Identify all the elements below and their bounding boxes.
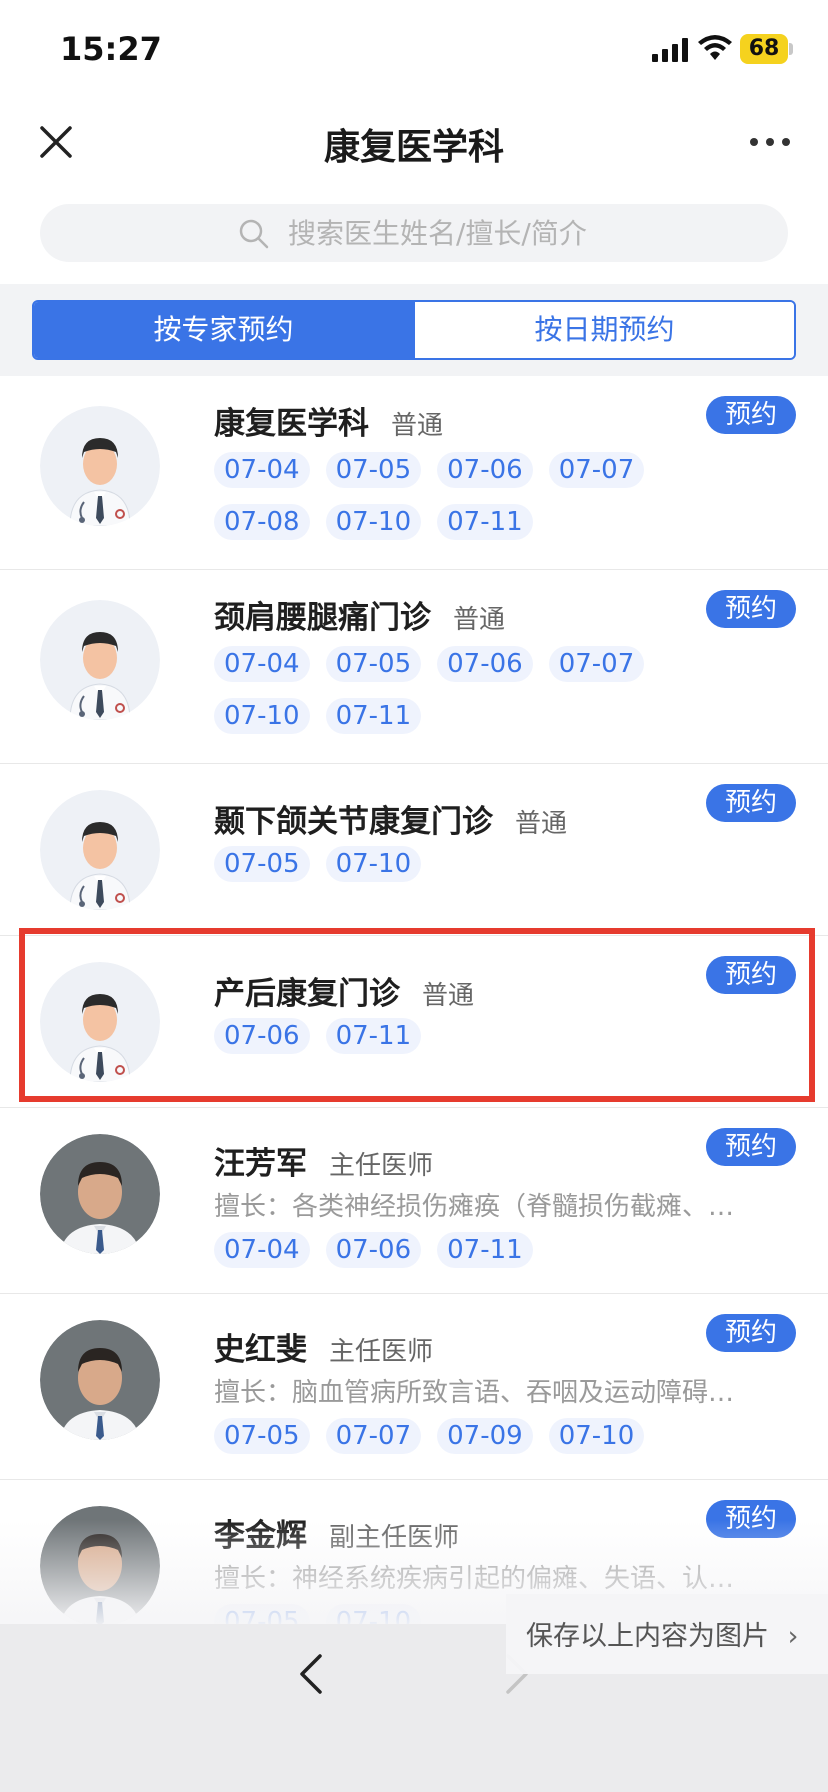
battery-icon: 68 (740, 34, 788, 64)
date-chip[interactable]: 07-06 (437, 452, 533, 488)
doctor-row[interactable]: 颈肩腰腿痛门诊 普通 预约 07-04 07-05 07-06 07-07 07-10 07-1… (0, 570, 828, 764)
search-icon (239, 219, 269, 249)
date-chip[interactable]: 07-10 (325, 504, 422, 540)
book-button[interactable]: 预约 (706, 1128, 796, 1166)
available-dates: 07-05 07-07 07-09 07-10 (214, 1418, 734, 1454)
nav-bar: 康复医学科 (0, 100, 828, 200)
doctor-row[interactable]: 康复医学科 普通 预约 07-04 07-05 07-06 07-07 07-08 07-10 0… (0, 376, 828, 570)
date-chip[interactable]: 07-07 (548, 646, 645, 682)
available-dates: 07-04 07-05 07-06 07-07 07-10 07-11 (214, 646, 734, 734)
page-title: 康复医学科 (323, 127, 504, 168)
search-input[interactable] (288, 212, 768, 254)
doctor-title: 普通 (422, 981, 475, 1011)
date-chip[interactable]: 07-10 (325, 846, 422, 882)
doctor-row[interactable]: 颞下颌关节康复门诊 普通 预约 07-05 07-10 (0, 764, 828, 936)
date-chip[interactable]: 07-08 (214, 504, 310, 540)
date-chip[interactable]: 07-06 (214, 1018, 310, 1054)
doctor-name: 颞下颌关节康复门诊 (214, 804, 493, 840)
date-chip[interactable]: 07-11 (325, 698, 422, 734)
doctor-placeholder-avatar (40, 600, 160, 720)
battery-tip (789, 43, 793, 55)
available-dates: 07-04 07-05 07-06 07-07 07-08 07-10 07-11 (214, 452, 734, 540)
date-chip[interactable]: 07-05 (325, 646, 422, 682)
available-dates: 07-06 07-11 (214, 1018, 734, 1054)
doctor-photo-avatar (40, 1320, 160, 1440)
doctor-name-line: 产后康复门诊 普通 (214, 968, 474, 1013)
date-chip[interactable]: 07-09 (437, 1418, 533, 1454)
date-chip[interactable]: 07-05 (325, 452, 422, 488)
doctor-specialty: 擅长：脑血管病所致言语、吞咽及运动障碍… (214, 1378, 735, 1408)
doctor-name-line: 康复医学科 普通 (214, 398, 443, 443)
date-chip[interactable]: 07-04 (214, 452, 310, 488)
available-dates: 07-05 07-10 (214, 846, 734, 882)
more-options-icon[interactable] (748, 130, 792, 154)
doctor-title: 普通 (515, 809, 568, 839)
doctor-name-line: 史红斐 主任医师 (214, 1324, 433, 1369)
date-chip[interactable]: 07-10 (214, 698, 310, 734)
back-arrow-icon[interactable] (292, 1650, 332, 1698)
doctor-title: 普通 (453, 605, 506, 635)
date-chip[interactable]: 07-06 (437, 646, 533, 682)
status-time: 15:27 (60, 30, 162, 68)
date-chip[interactable]: 07-05 (214, 846, 310, 882)
doctor-name-line: 颞下颌关节康复门诊 普通 (214, 796, 567, 841)
doctor-placeholder-avatar (40, 962, 160, 1082)
date-chip[interactable]: 07-11 (437, 1232, 533, 1268)
tab-by-date[interactable]: 按日期预约 (413, 302, 794, 358)
wifi-icon (698, 35, 732, 60)
save-as-image-button[interactable]: 保存以上内容为图片 › (506, 1594, 828, 1674)
save-as-image-label: 保存以上内容为图片 › (526, 1614, 798, 1653)
doctor-name-line: 颈肩腰腿痛门诊 普通 (214, 592, 505, 637)
book-button[interactable]: 预约 (706, 396, 796, 434)
doctor-title: 主任医师 (329, 1337, 434, 1367)
doctor-title: 主任医师 (329, 1151, 434, 1181)
save-label-text: 保存以上内容为图片 (526, 1621, 769, 1652)
date-chip[interactable]: 07-04 (214, 1232, 310, 1268)
doctor-placeholder-avatar (40, 790, 160, 910)
doctor-name-line: 汪芳军 主任医师 (214, 1138, 433, 1183)
chevron-right-icon: › (787, 1621, 799, 1652)
doctor-title: 普通 (391, 411, 444, 441)
status-bar: 15:27 68 (0, 0, 828, 100)
search-box[interactable] (40, 204, 788, 262)
book-button[interactable]: 预约 (706, 956, 796, 994)
book-button[interactable]: 预约 (706, 590, 796, 628)
doctor-photo-avatar (40, 1134, 160, 1254)
date-chip[interactable]: 07-04 (214, 646, 310, 682)
date-chip[interactable]: 07-11 (325, 1018, 422, 1054)
tab-by-expert[interactable]: 按专家预约 (34, 302, 413, 358)
doctor-name: 颈肩腰腿痛门诊 (214, 600, 431, 636)
doctor-name: 史红斐 (214, 1332, 307, 1368)
date-chip[interactable]: 07-07 (325, 1418, 422, 1454)
doctor-name: 康复医学科 (214, 406, 369, 442)
book-button[interactable]: 预约 (706, 1314, 796, 1352)
doctor-specialty: 擅长：各类神经损伤瘫痪（脊髓损伤截瘫、… (214, 1192, 735, 1222)
cellular-signal-icon (652, 38, 688, 62)
booking-mode-tabs: 按专家预约 按日期预约 (32, 300, 796, 360)
doctor-row[interactable]: 汪芳军 主任医师 预约 擅长：各类神经损伤瘫痪（脊髓损伤截瘫、… 07-04 07-06 0… (0, 1108, 828, 1294)
date-chip[interactable]: 07-10 (548, 1418, 645, 1454)
book-button[interactable]: 预约 (706, 784, 796, 822)
available-dates: 07-04 07-06 07-11 (214, 1232, 734, 1268)
date-chip[interactable]: 07-07 (548, 452, 645, 488)
date-chip[interactable]: 07-06 (325, 1232, 422, 1268)
date-chip[interactable]: 07-11 (437, 504, 533, 540)
doctor-row[interactable]: 产后康复门诊 普通 预约 07-06 07-11 (0, 936, 828, 1108)
doctor-row[interactable]: 史红斐 主任医师 预约 擅长：脑血管病所致言语、吞咽及运动障碍… 07-05 07-07 0… (0, 1294, 828, 1480)
doctor-placeholder-avatar (40, 406, 160, 526)
tabs-section: 按专家预约 按日期预约 (0, 284, 828, 376)
date-chip[interactable]: 07-05 (214, 1418, 310, 1454)
doctor-name: 汪芳军 (214, 1146, 307, 1182)
doctor-name: 产后康复门诊 (214, 976, 400, 1012)
